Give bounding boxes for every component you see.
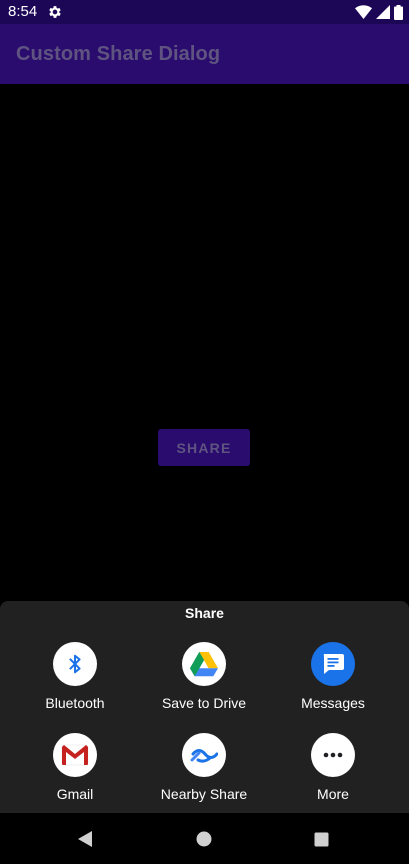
share-target-gmail[interactable]: Gmail bbox=[7, 733, 143, 819]
share-target-label: More bbox=[317, 786, 349, 802]
share-target-bluetooth[interactable]: Bluetooth bbox=[7, 642, 143, 728]
navigation-bar bbox=[0, 813, 409, 864]
status-icons bbox=[355, 3, 403, 21]
share-target-label: Bluetooth bbox=[45, 695, 105, 711]
share-target-label: Gmail bbox=[56, 786, 94, 802]
nearby-share-icon bbox=[182, 733, 226, 777]
home-icon[interactable] bbox=[190, 825, 218, 853]
gmail-icon bbox=[53, 733, 97, 777]
back-icon[interactable] bbox=[71, 825, 99, 853]
share-target-label: Messages bbox=[301, 695, 365, 711]
share-target-save-to-drive[interactable]: Save to Drive bbox=[136, 642, 272, 728]
screen: 8:54 Custom Share Dialog SHARE Share Blu… bbox=[0, 0, 409, 864]
share-target-label: Save to Drive bbox=[161, 695, 247, 711]
bluetooth-icon bbox=[53, 642, 97, 686]
messages-icon bbox=[311, 642, 355, 686]
app-title: Custom Share Dialog bbox=[16, 43, 221, 65]
share-target-label: Nearby Share bbox=[160, 786, 248, 802]
share-target-nearby-share[interactable]: Nearby Share bbox=[136, 733, 272, 819]
share-button[interactable]: SHARE bbox=[158, 429, 250, 466]
wifi-icon bbox=[355, 5, 372, 19]
battery-icon bbox=[394, 4, 403, 20]
app-bar: Custom Share Dialog bbox=[0, 24, 409, 84]
share-target-more[interactable]: More bbox=[265, 733, 401, 819]
recents-icon[interactable] bbox=[307, 825, 335, 853]
share-target-messages[interactable]: Messages bbox=[265, 642, 401, 728]
share-sheet-title: Share bbox=[185, 605, 224, 621]
status-time: 8:54 bbox=[8, 3, 38, 20]
share-sheet: Share Bluetooth Save to Drive Messages G… bbox=[0, 601, 409, 813]
status-bar: 8:54 bbox=[0, 0, 409, 24]
cellular-signal-icon bbox=[376, 5, 390, 19]
more-icon bbox=[311, 733, 355, 777]
settings-gear-icon bbox=[49, 6, 61, 18]
google-drive-icon bbox=[182, 642, 226, 686]
